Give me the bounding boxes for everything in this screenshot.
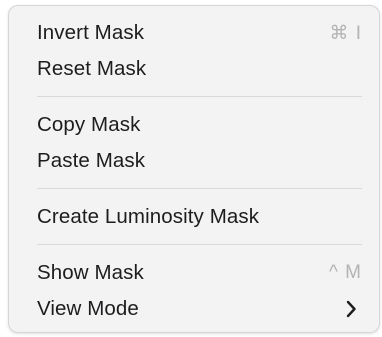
- menu-item-view-mode[interactable]: View Mode: [9, 291, 379, 327]
- menu-item-invert-mask[interactable]: Invert Mask ⌘ I: [9, 15, 379, 51]
- menu-item-reset-mask[interactable]: Reset Mask: [9, 51, 379, 87]
- menu-item-copy-mask[interactable]: Copy Mask: [9, 107, 379, 143]
- menu-item-label: Create Luminosity Mask: [37, 205, 260, 228]
- menu-item-label: Reset Mask: [37, 57, 147, 80]
- menu-separator: [37, 244, 362, 245]
- chevron-right-icon: [340, 298, 362, 320]
- context-menu: Invert Mask ⌘ I Reset Mask Copy Mask Pas…: [8, 5, 380, 333]
- menu-item-label: Invert Mask: [37, 21, 145, 44]
- shortcut-hint: ⌘ I: [329, 22, 362, 44]
- menu-item-label: Show Mask: [37, 261, 144, 284]
- menu-separator: [37, 96, 362, 97]
- menu-item-create-luminosity-mask[interactable]: Create Luminosity Mask: [9, 199, 379, 235]
- menu-item-label: Paste Mask: [37, 149, 146, 172]
- shortcut-hint: ^ M: [328, 262, 362, 283]
- menu-item-show-mask[interactable]: Show Mask ^ M: [9, 255, 379, 291]
- menu-item-label: Copy Mask: [37, 113, 141, 136]
- menu-item-paste-mask[interactable]: Paste Mask: [9, 143, 379, 179]
- menu-item-label: View Mode: [37, 297, 139, 320]
- menu-separator: [37, 188, 362, 189]
